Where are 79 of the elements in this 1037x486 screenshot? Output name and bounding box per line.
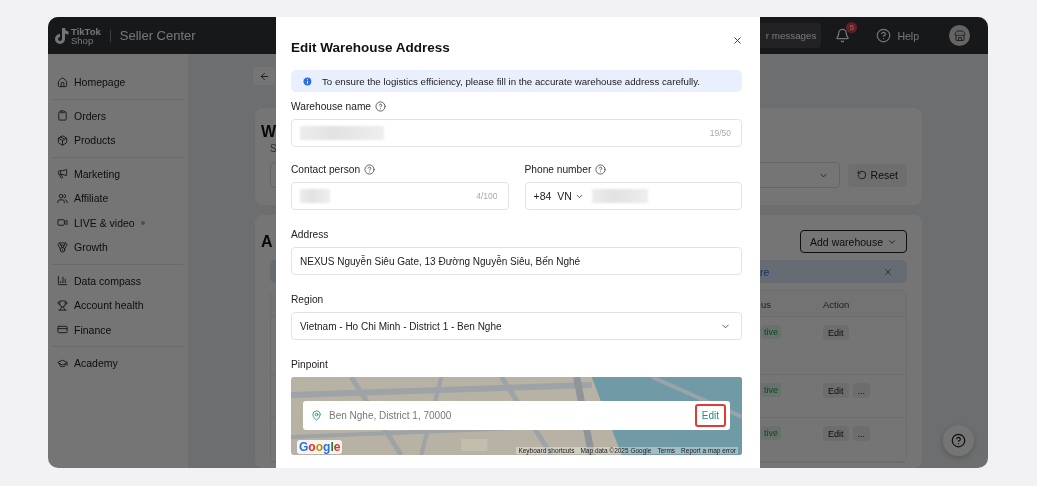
sidebar-item[interactable]: Orders xyxy=(52,103,183,128)
sidebar-item-icon xyxy=(57,192,68,204)
sidebar-item[interactable]: LIVE & video xyxy=(52,210,183,235)
sidebar-item[interactable]: Academy xyxy=(52,351,183,376)
sidebar-item-icon xyxy=(57,217,68,229)
character-counter: 19/50 xyxy=(709,128,731,138)
sidebar-item[interactable]: Growth xyxy=(52,235,183,260)
region-select[interactable]: Vietnam - Ho Chi Minh - District 1 - Ben Nghe xyxy=(291,312,742,340)
card-subtitle: S xyxy=(270,143,277,154)
sidebar-item[interactable]: Affiliate xyxy=(52,186,183,211)
column-header: Action xyxy=(823,298,851,310)
logo-subtext: Shop xyxy=(71,35,94,45)
sidebar-item-icon xyxy=(57,357,68,369)
status-tag: tive xyxy=(761,383,781,397)
help-icon[interactable] xyxy=(595,163,607,175)
location-text: Ben Nghe, District 1, 70000 xyxy=(329,410,452,421)
edit-link[interactable]: Edit xyxy=(694,404,726,427)
more-button[interactable]: ... xyxy=(852,383,871,398)
section-title: A xyxy=(261,232,273,251)
dialog-title: Edit Warehouse Address xyxy=(291,39,450,57)
field-label: Pinpoint xyxy=(291,358,328,370)
field-label: Contact person xyxy=(291,163,361,175)
status-tag: tive xyxy=(761,325,781,339)
map-pin-icon xyxy=(311,410,322,421)
field-label: Address xyxy=(291,228,329,240)
notice-text: To ensure the logistics efficiency, please fill in the accurate warehouse address carefully. xyxy=(322,75,700,87)
sidebar-item[interactable]: Products xyxy=(52,128,183,153)
sidebar-item[interactable]: Data compass xyxy=(52,268,183,293)
logo-icon xyxy=(55,27,69,44)
warehouse-name-field[interactable]: 19/50 xyxy=(291,119,742,147)
sidebar-item[interactable]: Account health xyxy=(52,293,183,318)
sidebar-item-icon xyxy=(57,275,68,287)
edit-button[interactable]: Edit xyxy=(823,383,849,398)
help-icon xyxy=(951,433,966,448)
sidebar-item-icon xyxy=(57,76,68,88)
sidebar-item-icon xyxy=(57,168,68,180)
info-icon xyxy=(302,75,313,87)
sidebar-item-icon xyxy=(57,299,68,311)
field-label: Phone number xyxy=(524,163,592,175)
sidebar-item-icon xyxy=(57,241,68,253)
map-logo: Google xyxy=(297,440,343,454)
more-button[interactable]: ... xyxy=(852,426,871,441)
edit-button[interactable]: Edit xyxy=(823,325,849,340)
sidebar-item-icon xyxy=(57,324,68,336)
back-button[interactable] xyxy=(253,67,275,85)
close-icon[interactable] xyxy=(883,266,893,277)
card-title: W xyxy=(261,123,277,140)
back-arrow-icon xyxy=(258,70,270,82)
sidebar-item[interactable]: Homepage xyxy=(52,70,183,95)
banner-text: re xyxy=(760,265,770,278)
help-icon xyxy=(876,28,892,43)
help-icon[interactable] xyxy=(375,100,387,112)
contact-person-field[interactable]: 4/100 xyxy=(291,182,509,210)
reset-icon xyxy=(856,170,867,180)
character-counter: 4/100 xyxy=(476,191,498,201)
sidebar-item-icon xyxy=(57,110,68,122)
field-label: Warehouse name xyxy=(291,100,372,112)
add-warehouse-button[interactable]: Add warehouse xyxy=(800,230,907,253)
phone-number-field[interactable]: +84 VN xyxy=(524,182,742,210)
sidebar-item[interactable]: Marketing xyxy=(52,161,183,186)
redacted-value xyxy=(300,189,330,203)
bell-icon[interactable] xyxy=(835,28,851,43)
logo-text: TikTok xyxy=(71,26,101,36)
edit-button[interactable]: Edit xyxy=(823,426,849,441)
app-title: Seller Center xyxy=(119,28,196,43)
help-float-button[interactable] xyxy=(943,425,974,456)
address-field[interactable]: NEXUS Nguyễn Siêu Gate, 13 Đường Nguyễn Siêu, Bến Nghé xyxy=(291,247,742,275)
redacted-value xyxy=(591,189,648,203)
sidebar-item-icon xyxy=(57,134,68,146)
status-tag: tive xyxy=(761,426,781,440)
help-button[interactable]: Help xyxy=(876,28,919,43)
close-button[interactable] xyxy=(732,35,743,46)
field-label: Region xyxy=(291,293,324,305)
country-code-select[interactable]: +84 VN xyxy=(533,190,584,202)
reset-button[interactable]: Reset xyxy=(847,163,907,187)
store-avatar[interactable] xyxy=(949,25,970,46)
help-icon[interactable] xyxy=(364,163,376,175)
sidebar-item[interactable]: Finance xyxy=(52,317,183,342)
column-header: us xyxy=(761,298,773,310)
